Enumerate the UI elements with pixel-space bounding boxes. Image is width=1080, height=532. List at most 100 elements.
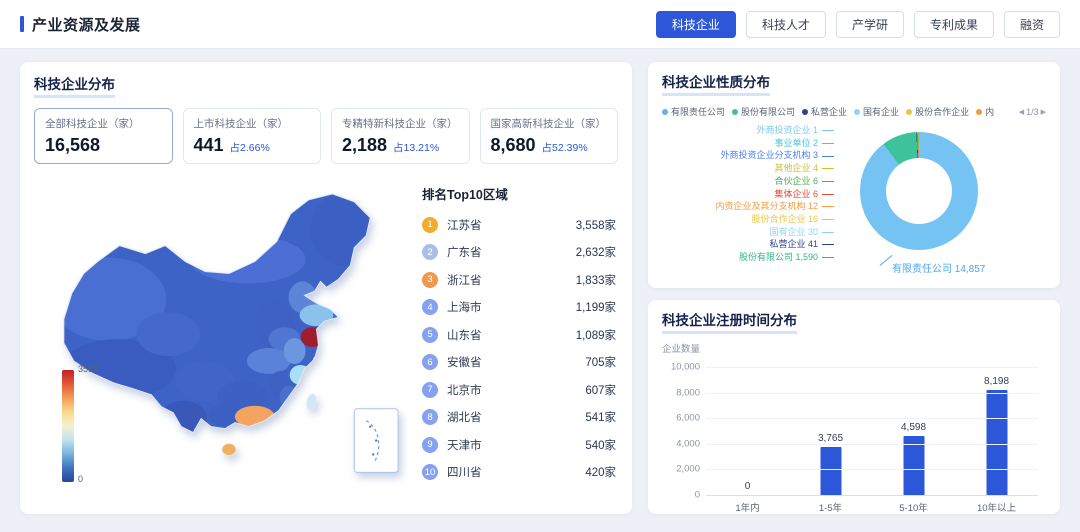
stat-label: 上市科技企业（家）	[194, 116, 311, 131]
pie-main-callout-label: 有限责任公司	[892, 264, 952, 275]
top10-list: 1江苏省3,558家2广东省2,632家3浙江省1,833家4上海市1,199家…	[422, 211, 616, 486]
stat-card-1[interactable]: 全部科技企业（家）16,568	[34, 108, 173, 164]
taiwan-island	[305, 393, 317, 410]
time-panel: 科技企业注册时间分布 企业数量 03,7654,5988,198 1年内1-5年…	[648, 300, 1060, 514]
stat-label: 全部科技企业（家）	[45, 116, 162, 131]
callout-line	[822, 156, 834, 157]
callout-line	[822, 232, 834, 233]
distribution-panel-title: 科技企业分布	[34, 78, 115, 98]
legend-dot	[854, 109, 860, 115]
x-label: 1年内	[706, 500, 789, 514]
legend-dot	[662, 109, 668, 115]
distribution-panel: 科技企业分布 全部科技企业（家）16,568 上市科技企业（家） 441占2.66%…	[20, 62, 632, 514]
legend-item-4[interactable]: 国有企业	[854, 105, 899, 118]
legend-label: 股份有限公司	[741, 105, 795, 118]
stat-label: 国家高新科技企业（家）	[491, 116, 608, 131]
legend-label: 私营企业	[811, 105, 847, 118]
gridline	[706, 367, 1038, 368]
bar-column: 0	[706, 367, 789, 495]
stat-card-4[interactable]: 国家高新科技企业（家） 8,680 占52.39%	[480, 108, 619, 164]
legend-item-6[interactable]: 内	[976, 105, 994, 118]
pie-donut	[860, 132, 978, 250]
rank-badge: 6	[422, 354, 438, 370]
top10-row: 1江苏省3,558家	[422, 211, 616, 239]
region-count: 1,199家	[576, 299, 616, 315]
region-count: 705家	[585, 354, 616, 370]
tab-2[interactable]: 科技人才	[746, 11, 826, 38]
time-panel-title: 科技企业注册时间分布	[662, 314, 797, 334]
y-tick: 0	[662, 490, 700, 501]
callout-line	[822, 181, 834, 182]
gridline	[706, 469, 1038, 470]
legend-item-3[interactable]: 私营企业	[802, 105, 847, 118]
top10-row: 9天津市540家	[422, 431, 616, 459]
legend-item-5[interactable]: 股份合作企业	[906, 105, 969, 118]
stat-card-3[interactable]: 专精特新科技企业（家）2,188占13.21%	[331, 108, 470, 164]
callout-line	[822, 206, 834, 207]
bar	[986, 390, 1007, 495]
rank-badge: 9	[422, 437, 438, 453]
header: 产业资源及发展 科技企业科技人才产学研专利成果融资	[0, 0, 1080, 48]
stat-share: 占52.39%	[542, 140, 588, 155]
legend-dot	[732, 109, 738, 115]
top10-row: 4上海市1,199家	[422, 294, 616, 322]
rank-badge: 7	[422, 382, 438, 398]
page-title: 产业资源及发展	[32, 14, 141, 35]
legend-pager: ◀1/3▶	[1019, 107, 1046, 117]
stat-value: 441	[194, 135, 224, 156]
y-tick: 4,000	[662, 438, 700, 449]
callout-line	[822, 194, 834, 195]
pie-callout: 外商投资企业分支机构 3	[662, 149, 834, 162]
x-label: 5-10年	[872, 500, 955, 514]
pie-callout: 内资企业及其分支机构 12	[662, 200, 834, 213]
pie-callout: 集体企业 6	[662, 188, 834, 201]
tab-3[interactable]: 产学研	[836, 11, 904, 38]
legend-dot	[906, 109, 912, 115]
nature-legend: 有限责任公司 股份有限公司 私营企业国有企业股份合作企业内 ◀1/3▶	[662, 105, 1046, 118]
region-name: 广东省	[447, 244, 576, 260]
region-name: 浙江省	[447, 272, 576, 288]
legend-next-icon[interactable]: ▶	[1041, 108, 1046, 116]
map-scale-min: 0	[78, 474, 83, 484]
top10-row: 5山东省1,089家	[422, 321, 616, 349]
legend-item-1[interactable]: 有限责任公司	[662, 105, 725, 118]
bar-column: 4,598	[872, 367, 955, 495]
stat-values: 8,680 占52.39%	[491, 135, 608, 156]
top10-title: 排名Top10区域	[422, 184, 616, 203]
y-tick: 10,000	[662, 362, 700, 373]
region-count: 420家	[585, 464, 616, 480]
stat-card-2[interactable]: 上市科技企业（家） 441占2.66%	[183, 108, 322, 164]
region-name: 天津市	[447, 437, 585, 453]
tab-1[interactable]: 科技企业	[656, 11, 736, 38]
pie-callout: 股份合作企业 16	[662, 213, 834, 226]
china-map: 3558 0	[34, 170, 412, 502]
map-color-scale	[62, 370, 74, 482]
bar-value: 4,598	[901, 422, 926, 433]
gridline	[706, 444, 1038, 445]
callout-line	[822, 257, 834, 258]
bar-column: 8,198	[955, 367, 1038, 495]
legend-label: 有限责任公司	[671, 105, 725, 118]
top10-row: 10四川省420家	[422, 459, 616, 487]
gridline	[706, 418, 1038, 419]
region-name: 上海市	[447, 299, 576, 315]
hainan-island	[222, 444, 236, 456]
legend-prev-icon[interactable]: ◀	[1019, 108, 1024, 116]
stat-values: 441占2.66%	[194, 135, 311, 156]
legend-item-2[interactable]: 股份有限公司	[732, 105, 795, 118]
pie-callout: 其他企业 4	[662, 162, 834, 175]
y-tick: 8,000	[662, 387, 700, 398]
stat-value: 8,680	[491, 135, 536, 156]
stat-share: 占13.21%	[393, 140, 439, 155]
bar	[903, 436, 924, 495]
pie-callout: 国有企业 30	[662, 226, 834, 239]
region-count: 2,632家	[576, 244, 616, 260]
stat-value: 2,188	[342, 135, 387, 156]
pie-main-callout-value: 14,857	[955, 264, 986, 275]
tab-4[interactable]: 专利成果	[914, 11, 994, 38]
region-name: 山东省	[447, 327, 576, 343]
tab-5[interactable]: 融资	[1004, 11, 1060, 38]
region-count: 541家	[585, 409, 616, 425]
callout-line	[822, 168, 834, 169]
x-label: 1-5年	[789, 500, 872, 514]
